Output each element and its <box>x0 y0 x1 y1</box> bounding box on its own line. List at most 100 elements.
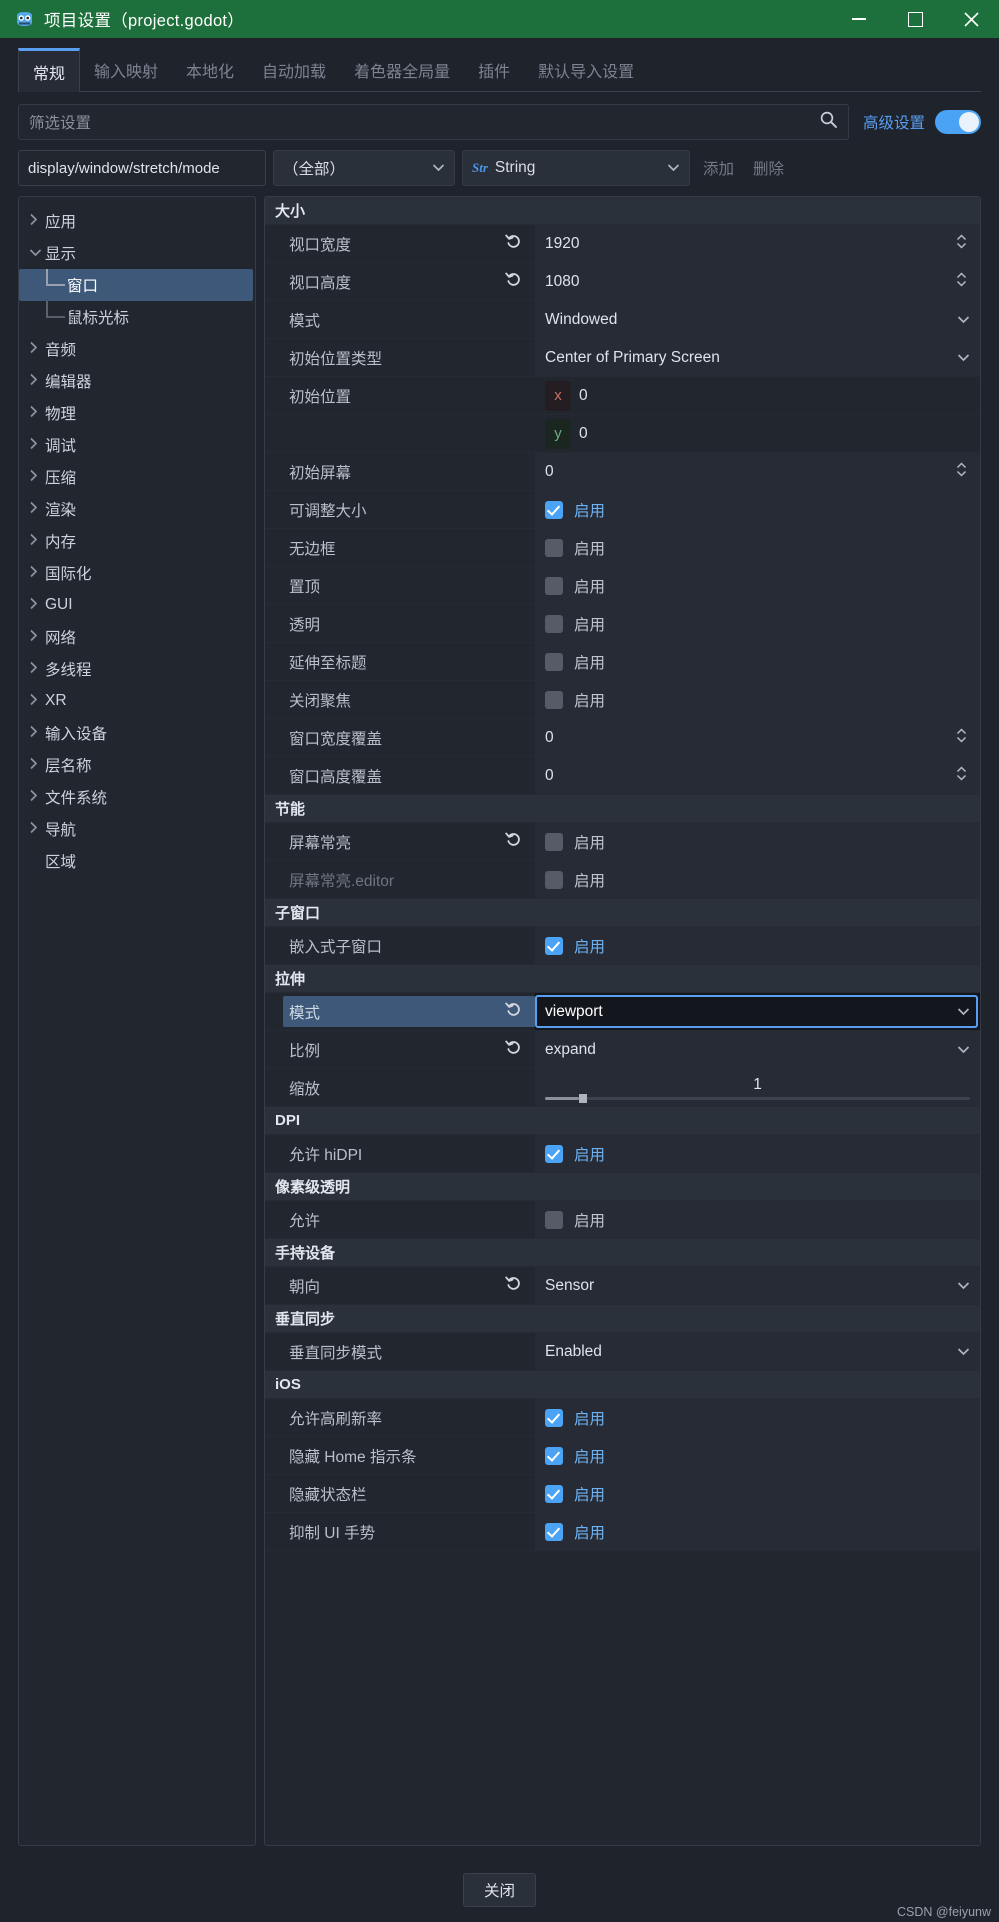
chevron-right-icon[interactable] <box>29 469 45 485</box>
category-tree[interactable]: 应用 显示 窗口 鼠标光标 音频 编辑器 物理 调试 压缩 渲染 内存 国际化 GUI 网络 多线程 XR 输入… <box>18 196 256 1846</box>
sidebar-item-14[interactable]: 多线程 <box>19 653 255 685</box>
chevron-right-icon[interactable] <box>29 757 45 773</box>
property-value[interactable]: 启用 <box>535 681 980 718</box>
sidebar-item-3[interactable]: 鼠标光标 <box>19 301 255 333</box>
chevron-down-icon[interactable] <box>29 246 45 260</box>
tab-shader-globals[interactable]: 着色器全局量 <box>340 48 464 91</box>
scope-dropdown[interactable]: （全部） <box>273 150 455 186</box>
tab-import-defaults[interactable]: 默认导入设置 <box>524 48 648 91</box>
sidebar-item-1[interactable]: 显示 <box>19 237 255 269</box>
sidebar-item-20[interactable]: 区域 <box>19 845 255 877</box>
spinner-arrows-icon[interactable] <box>955 726 968 749</box>
chevron-right-icon[interactable] <box>29 693 45 709</box>
sidebar-item-11[interactable]: 国际化 <box>19 557 255 589</box>
chevron-right-icon[interactable] <box>29 213 45 229</box>
tab-localization[interactable]: 本地化 <box>172 48 248 91</box>
chevron-right-icon[interactable] <box>29 437 45 453</box>
sidebar-item-2[interactable]: 窗口 <box>19 269 253 301</box>
sidebar-item-13[interactable]: 网络 <box>19 621 255 653</box>
checkbox[interactable] <box>545 690 563 709</box>
property-value[interactable]: y0 <box>535 415 980 452</box>
close-button[interactable]: 关闭 <box>462 1873 536 1907</box>
property-value[interactable]: 1 <box>535 1069 980 1106</box>
revert-icon[interactable] <box>505 1038 523 1061</box>
sidebar-item-17[interactable]: 层名称 <box>19 749 255 781</box>
sidebar-item-16[interactable]: 输入设备 <box>19 717 255 749</box>
tab-plugins[interactable]: 插件 <box>464 48 524 91</box>
tab-autoload[interactable]: 自动加载 <box>248 48 340 91</box>
chevron-right-icon[interactable] <box>29 821 45 837</box>
checkbox[interactable] <box>545 1484 563 1503</box>
chevron-right-icon[interactable] <box>29 661 45 677</box>
spinner-arrows-icon[interactable] <box>955 232 968 255</box>
checkbox[interactable] <box>545 832 563 851</box>
property-value[interactable]: 启用 <box>535 1399 980 1436</box>
slider-control[interactable]: 1 <box>545 1069 970 1106</box>
property-value[interactable]: 启用 <box>535 491 980 528</box>
checkbox[interactable] <box>545 652 563 671</box>
slider-track[interactable] <box>545 1093 970 1103</box>
property-value[interactable]: 启用 <box>535 1201 980 1238</box>
checkbox[interactable] <box>545 870 563 889</box>
type-dropdown[interactable]: Str String <box>462 150 690 186</box>
minimize-icon[interactable] <box>831 0 887 38</box>
chevron-right-icon[interactable] <box>29 405 45 421</box>
sidebar-item-19[interactable]: 导航 <box>19 813 255 845</box>
search-icon[interactable] <box>819 110 838 134</box>
property-value[interactable]: viewport <box>535 993 980 1030</box>
sidebar-item-12[interactable]: GUI <box>19 589 255 621</box>
property-value[interactable]: Sensor <box>535 1267 980 1304</box>
spinner-arrows-icon[interactable] <box>955 764 968 787</box>
checkbox[interactable] <box>545 500 563 519</box>
checkbox[interactable] <box>545 1446 563 1465</box>
revert-icon[interactable] <box>505 270 523 293</box>
chevron-right-icon[interactable] <box>29 789 45 805</box>
sidebar-item-15[interactable]: XR <box>19 685 255 717</box>
chevron-right-icon[interactable] <box>29 629 45 645</box>
checkbox[interactable] <box>545 936 563 955</box>
property-value[interactable]: 1920 <box>535 225 980 262</box>
spinner-arrows-icon[interactable] <box>955 460 968 483</box>
property-value[interactable]: x0 <box>535 377 980 414</box>
delete-button[interactable]: 删除 <box>747 157 790 179</box>
property-value[interactable]: 启用 <box>535 927 980 964</box>
chevron-right-icon[interactable] <box>29 533 45 549</box>
chevron-down-icon[interactable] <box>957 311 970 329</box>
revert-icon[interactable] <box>505 1274 523 1297</box>
sidebar-item-9[interactable]: 渲染 <box>19 493 255 525</box>
maximize-icon[interactable] <box>887 0 943 38</box>
chevron-right-icon[interactable] <box>29 341 45 357</box>
tab-input-map[interactable]: 输入映射 <box>80 48 172 91</box>
chevron-right-icon[interactable] <box>29 501 45 517</box>
close-icon[interactable] <box>943 0 999 38</box>
chevron-right-icon[interactable] <box>29 565 45 581</box>
chevron-down-icon[interactable] <box>957 1041 970 1059</box>
checkbox[interactable] <box>545 1522 563 1541</box>
sidebar-item-0[interactable]: 应用 <box>19 205 255 237</box>
property-list[interactable]: 大小 视口宽度 1920 视口高度 1080 模式 Windowed 初始位置类型 Center… <box>265 197 980 1845</box>
chevron-right-icon[interactable] <box>29 597 45 613</box>
sidebar-item-4[interactable]: 音频 <box>19 333 255 365</box>
property-value[interactable]: 启用 <box>535 1513 980 1550</box>
property-value[interactable]: 启用 <box>535 643 980 680</box>
property-value[interactable]: Center of Primary Screen <box>535 339 980 376</box>
property-value[interactable]: 1080 <box>535 263 980 300</box>
revert-icon[interactable] <box>505 830 523 853</box>
add-button[interactable]: 添加 <box>697 157 740 179</box>
property-value[interactable]: 启用 <box>535 1437 980 1474</box>
property-value[interactable]: 启用 <box>535 567 980 604</box>
checkbox[interactable] <box>545 538 563 557</box>
advanced-settings-toggle[interactable] <box>935 110 981 134</box>
property-value[interactable]: Enabled <box>535 1333 980 1370</box>
property-value[interactable]: 0 <box>535 453 980 490</box>
revert-icon[interactable] <box>505 232 523 255</box>
chevron-down-icon[interactable] <box>957 1277 970 1295</box>
chevron-down-icon[interactable] <box>957 349 970 367</box>
checkbox[interactable] <box>545 1408 563 1427</box>
sidebar-item-10[interactable]: 内存 <box>19 525 255 557</box>
property-value[interactable]: 启用 <box>535 861 980 898</box>
spinner-arrows-icon[interactable] <box>955 270 968 293</box>
property-value[interactable]: expand <box>535 1031 980 1068</box>
sidebar-item-18[interactable]: 文件系统 <box>19 781 255 813</box>
chevron-down-icon[interactable] <box>957 1343 970 1361</box>
